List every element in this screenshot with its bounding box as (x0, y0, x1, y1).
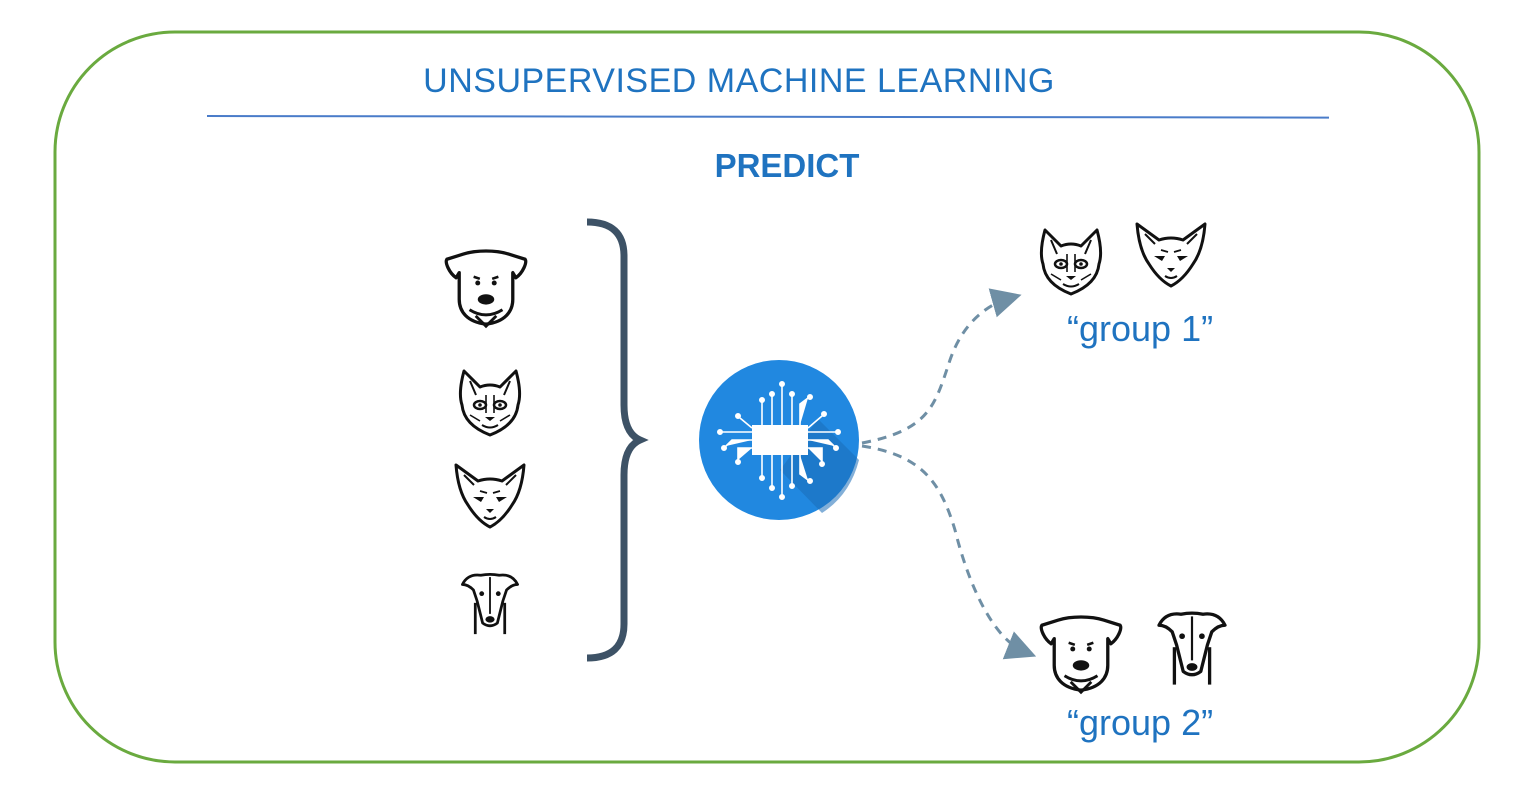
group-1-label: “group 1” (1067, 308, 1214, 349)
grouping-brace (586, 218, 649, 662)
group-2-label: “group 2” (1067, 702, 1214, 743)
input-sphynx-cat-icon (458, 369, 522, 437)
group-2-terrier-dog-icon (1039, 615, 1123, 694)
diagram-canvas (53, 30, 1481, 764)
diagram-subtitle: PREDICT (714, 147, 860, 184)
input-terrier-dog-icon (444, 249, 528, 328)
input-siamese-cat-icon (454, 463, 526, 529)
group-1-siamese-cat-icon (1135, 222, 1207, 288)
group-1-sphynx-cat-icon (1039, 228, 1103, 296)
arrow-to-group-2 (861, 444, 1037, 660)
arrow-to-group-1 (861, 288, 1022, 445)
diagram-title: UNSUPERVISED MACHINE LEARNING (423, 62, 1055, 100)
group-2-greyhound-dog-icon (1157, 611, 1227, 687)
circuit-chip-icon (699, 360, 859, 520)
input-greyhound-dog-icon (461, 572, 519, 636)
